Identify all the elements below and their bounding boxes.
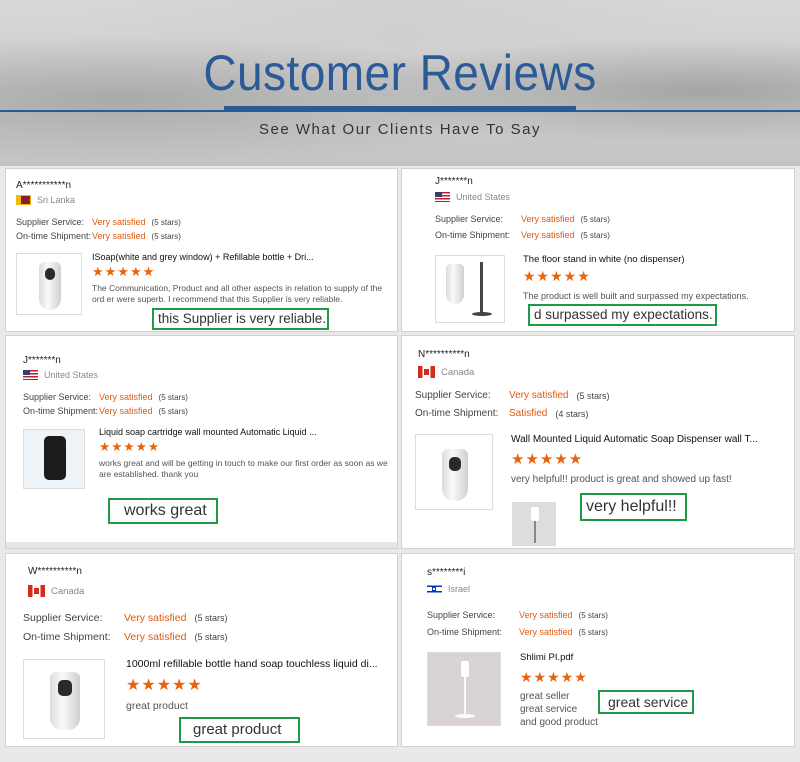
- product-title[interactable]: Shlimi PI.pdf: [520, 652, 780, 663]
- page-subtitle: See What Our Clients Have To Say: [259, 121, 541, 138]
- highlight-callout: great service: [598, 690, 694, 714]
- canada-flag-icon: [28, 585, 45, 597]
- reviewer-name: J*******n: [23, 355, 61, 366]
- product-title[interactable]: Wall Mounted Liquid Automatic Soap Dispe…: [511, 434, 773, 445]
- review-card: W**********n Canada Supplier Service: Ve…: [5, 553, 398, 747]
- shipment-rating: Very satisfied: [92, 231, 146, 241]
- rating-stars: ★★★★★: [511, 451, 584, 468]
- rating-stars: ★★★★★: [126, 677, 203, 694]
- product-thumbnail[interactable]: [435, 255, 505, 323]
- highlight-callout: great product: [179, 717, 300, 743]
- supplier-rating: Very satisfied: [519, 610, 573, 620]
- rating-stars: ★★★★★: [92, 264, 156, 279]
- review-text: very helpful!! product is great and show…: [511, 474, 732, 485]
- israel-flag-icon: [427, 584, 442, 594]
- highlight-callout: this Supplier is very reliable.: [152, 308, 329, 330]
- supplier-service-row: Supplier Service: Very satisfied (5 star…: [23, 392, 188, 402]
- supplier-rating: Very satisfied: [124, 612, 187, 624]
- review-text-line: and good product: [520, 717, 598, 728]
- review-card: J*******n United States Supplier Service…: [5, 335, 398, 549]
- supplier-rating: Very satisfied: [99, 392, 153, 402]
- product-title[interactable]: 1000ml refillable bottle hand soap touch…: [126, 658, 392, 670]
- reviewer-name: s********i: [427, 567, 466, 578]
- product-thumbnail[interactable]: [23, 659, 105, 739]
- usa-flag-icon: [23, 370, 38, 380]
- supplier-service-row: Supplier Service: Very satisfied (5 star…: [23, 612, 228, 624]
- review-text: great product: [126, 700, 188, 712]
- shipment-row: On-time Shipment: Very satisfied (5 star…: [23, 631, 228, 643]
- highlight-callout: works great: [108, 498, 218, 524]
- usa-flag-icon: [435, 192, 450, 202]
- reviewer-name: W**********n: [28, 566, 82, 577]
- reviewer-name: A***********n: [16, 180, 72, 191]
- highlight-callout: very helpful!!: [580, 493, 687, 521]
- shipment-rating: Very satisfied: [99, 406, 153, 416]
- shipment-rating: Very satisfied: [519, 627, 573, 637]
- shipment-row: On-time Shipment: Very satisfied (5 star…: [427, 627, 608, 637]
- canada-flag-icon: [418, 366, 435, 378]
- highlight-callout: d surpassed my expectations.: [528, 304, 717, 326]
- review-card: N**********n Canada Supplier Service: Ve…: [401, 335, 795, 549]
- rating-stars: ★★★★★: [520, 669, 588, 685]
- shipment-rating: Very satisfied: [521, 230, 575, 240]
- product-title[interactable]: ISoap(white and grey window) + Refillabl…: [92, 252, 392, 262]
- hero-banner: Customer Reviews See What Our Clients Ha…: [0, 0, 800, 166]
- product-thumbnail[interactable]: [427, 652, 501, 726]
- product-thumbnail[interactable]: [16, 253, 82, 315]
- review-card: A***********n Sri Lanka Supplier Service…: [5, 168, 398, 332]
- shipment-rating: Satisfied: [509, 408, 548, 419]
- reviewer-name: J*******n: [435, 176, 473, 187]
- review-text: The product is well built and surpassed …: [523, 291, 749, 301]
- reviewer-country: United States: [435, 192, 510, 202]
- title-underline: [224, 106, 576, 111]
- rating-stars: ★★★★★: [99, 440, 161, 454]
- rating-stars: ★★★★★: [523, 268, 591, 284]
- product-title[interactable]: The floor stand in white (no dispenser): [523, 254, 783, 265]
- product-photo-attachment[interactable]: [512, 502, 556, 546]
- supplier-rating: Very satisfied: [92, 217, 146, 227]
- reviewer-country: Canada: [28, 585, 84, 597]
- product-thumbnail[interactable]: [415, 434, 493, 510]
- shipment-row: On-time Shipment: Very satisfied (5 star…: [435, 230, 610, 240]
- review-card: s********i Israel Supplier Service: Very…: [401, 553, 795, 747]
- review-text: The Communication, Product and all other…: [92, 283, 383, 304]
- supplier-rating: Very satisfied: [521, 214, 575, 224]
- supplier-rating: Very satisfied: [509, 390, 569, 401]
- reviewer-country: Sri Lanka: [16, 195, 75, 205]
- shipment-row: On-time Shipment: Very satisfied (5 star…: [23, 406, 188, 416]
- review-text-line: great seller: [520, 691, 570, 702]
- supplier-service-row: Supplier Service: Very satisfied (5 star…: [435, 214, 610, 224]
- review-text-line: great service: [520, 704, 578, 715]
- reviewer-name: N**********n: [418, 349, 470, 360]
- reviewer-country: Israel: [427, 584, 470, 594]
- shipment-row: On-time Shipment: Very satisfied (5 star…: [16, 231, 181, 241]
- supplier-service-row: Supplier Service: Very satisfied (5 star…: [415, 390, 610, 401]
- sri-lanka-flag-icon: [16, 195, 31, 205]
- product-title[interactable]: Liquid soap cartridge wall mounted Autom…: [99, 427, 389, 437]
- card-footer-strip: [6, 542, 397, 548]
- shipment-row: On-time Shipment: Satisfied (4 stars): [415, 408, 589, 419]
- page-title: Customer Reviews: [203, 45, 597, 101]
- supplier-service-row: Supplier Service: Very satisfied (5 star…: [427, 610, 608, 620]
- review-text: works great and will be getting in touch…: [99, 458, 388, 479]
- reviewer-country: Canada: [418, 366, 474, 378]
- shipment-rating: Very satisfied: [124, 631, 187, 643]
- supplier-service-row: Supplier Service: Very satisfied (5 star…: [16, 217, 181, 227]
- reviewer-country: United States: [23, 370, 98, 380]
- product-thumbnail[interactable]: [23, 429, 85, 489]
- review-card: J*******n United States Supplier Service…: [401, 168, 795, 332]
